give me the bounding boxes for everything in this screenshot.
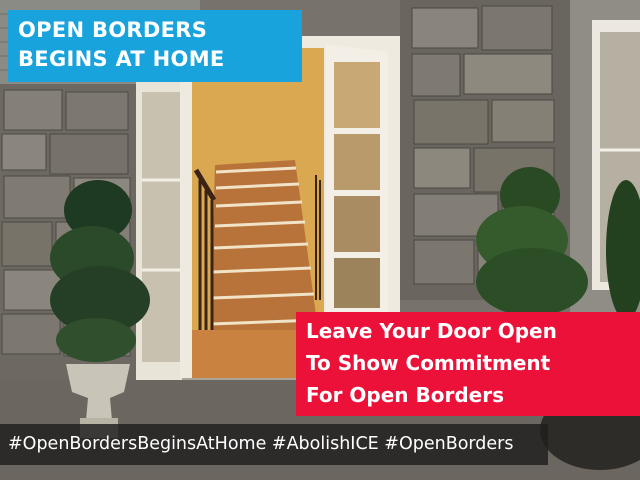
message-line-1: Leave Your Door Open	[306, 319, 557, 343]
headline-line-2: BEGINS AT HOME	[18, 47, 225, 71]
message-line-2: To Show Commitment	[306, 351, 551, 375]
message-line-3: For Open Borders	[306, 383, 504, 407]
message-banner: Leave Your Door Open To Show Commitment …	[296, 312, 640, 416]
headline-line-1: OPEN BORDERS	[18, 18, 208, 42]
meme-image: OPEN BORDERS BEGINS AT HOME Leave Your D…	[0, 0, 640, 480]
headline-banner: OPEN BORDERS BEGINS AT HOME	[8, 10, 302, 82]
hashtag-banner: #OpenBordersBeginsAtHome #AbolishICE #Op…	[0, 424, 548, 465]
